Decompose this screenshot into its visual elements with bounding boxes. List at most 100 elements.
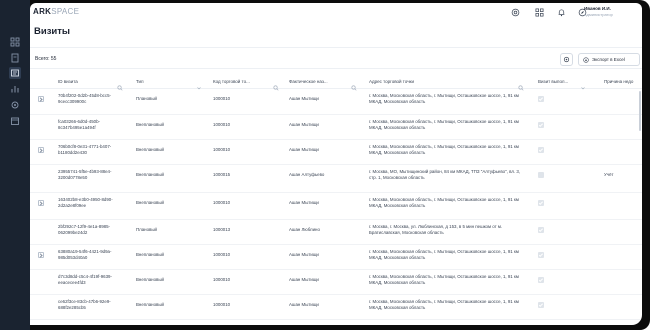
visit-id-cell[interactable]: ce62f3ce-83cb-47b6-92e9-688f2e285cb5 [58, 299, 128, 310]
visit-type-cell: Внеплановый [136, 252, 164, 257]
store-address-cell: г. Москва, Московская область, г. Мытищи… [369, 249, 519, 260]
table-row[interactable]: fca03266-6d0d-450b-8c347b495e1a494f Внепл… [30, 115, 642, 140]
store-code-cell: 1000010 [213, 96, 231, 101]
search-icon[interactable] [117, 78, 123, 91]
store-name-cell: Ашан Мытищи [289, 122, 319, 127]
visit-type-cell: Внеплановый [136, 277, 164, 282]
visit-type-cell: Внеплановый [136, 172, 164, 177]
store-code-cell: 1000010 [213, 277, 231, 282]
visit-done-checkbox[interactable] [538, 227, 544, 233]
store-name-cell: Ашан Мытищи [289, 277, 319, 282]
settings-icon[interactable] [9, 99, 21, 111]
table-toolbar: Всего: 55 Экспорт в Excel [30, 47, 642, 69]
store-name-cell: Ашан Люблино [289, 227, 320, 232]
column-header-reason[interactable]: Причина недо [604, 79, 642, 84]
store-code-cell: 1000015 [213, 172, 231, 177]
table-row[interactable]: 70b4f202-0d2b-45d8-bcc5-9cecc309900c План… [30, 89, 642, 115]
calendar-icon[interactable] [9, 115, 21, 127]
visit-done-checkbox[interactable] [538, 172, 544, 178]
visit-type-cell: Внеплановый [136, 200, 164, 205]
column-header-type[interactable]: Тип [136, 79, 186, 84]
total-count: Всего: 55 [35, 56, 57, 62]
apps-icon[interactable] [534, 7, 544, 17]
visit-done-checkbox[interactable] [538, 277, 544, 283]
table-row[interactable]: 163402b8-e3b0-4950-8d90-2d2a2e8f09ee Внеп… [30, 193, 642, 220]
grid-icon[interactable] [9, 36, 21, 48]
app-logo[interactable]: ARKSPACE [33, 7, 79, 16]
store-address-cell: г. Москва, Московская область, г. Мытищи… [369, 299, 519, 310]
visit-id-cell[interactable]: 23955741-5f5e-4b93-88e4-3200d0778e50 [58, 169, 128, 180]
store-address-cell: г. Москва, Московская область, г. Мытищи… [369, 119, 519, 130]
support-icon[interactable] [510, 7, 520, 17]
visit-type-cell: Внеплановый [136, 147, 164, 152]
visit-type-cell: Внеплановый [136, 302, 164, 307]
expand-row-toggle[interactable] [38, 96, 44, 102]
table-row[interactable]: 706b0cf8-0e31-4771-b407-b1180dd2e430 Внеп… [30, 140, 642, 165]
export-label: Экспорт в Excel [592, 57, 625, 62]
visit-done-checkbox[interactable] [538, 302, 544, 308]
store-code-cell: 1000010 [213, 200, 231, 205]
visit-id-cell[interactable]: 163402b8-e3b0-4950-8d90-2d2a2e8f09ee [58, 197, 128, 208]
visit-done-checkbox[interactable] [538, 252, 544, 258]
store-code-cell: 1000010 [213, 302, 231, 307]
expand-row-toggle[interactable] [38, 147, 44, 153]
column-header-id[interactable]: ID визита [58, 79, 118, 84]
table-header: ID визита Тип Код торговой то... Фактиче… [30, 75, 642, 91]
visit-id-cell[interactable]: 706b0cf8-0e31-4771-b407-b1180dd2e430 [58, 144, 128, 155]
table-row[interactable]: ce62f3ce-83cb-47b6-92e9-688f2e285cb5 Внеп… [30, 295, 642, 320]
search-icon[interactable] [518, 78, 524, 91]
store-code-cell: 1000010 [213, 122, 231, 127]
table-row[interactable]: 2bf292c7-12f9-4e1a-8985-062099be24d2 План… [30, 220, 642, 245]
store-name-cell: Ашан Мытищи [289, 302, 319, 307]
download-icon [583, 56, 589, 63]
store-address-cell: г. Москва, Московская область, г. Мытищи… [369, 274, 519, 285]
main-panel: ARKSPACE Иванов И.И. Администратор Визит… [30, 3, 642, 325]
gear-icon [563, 56, 570, 63]
sidebar-rail [0, 0, 30, 330]
search-icon[interactable] [273, 78, 279, 91]
column-header-code[interactable]: Код торговой то... [213, 79, 271, 84]
bell-icon[interactable] [556, 7, 566, 17]
visit-done-checkbox[interactable] [538, 122, 544, 128]
table-row[interactable]: 63880a19-54f6-4421-9d9a-985d053d40a0 Внеп… [30, 245, 642, 270]
column-header-name[interactable]: Фактическое наз... [289, 79, 347, 84]
chevron-down-icon[interactable] [580, 78, 586, 90]
column-settings-button[interactable] [560, 53, 573, 66]
store-address-cell: г. Москва, Московская область, г. Мытищи… [369, 144, 519, 155]
visit-type-cell: Плановый [136, 96, 157, 101]
search-icon[interactable] [351, 78, 357, 91]
chevron-down-icon[interactable] [196, 78, 202, 90]
user-menu[interactable]: Иванов И.И. Администратор [584, 6, 640, 17]
store-code-cell: 1000010 [213, 147, 231, 152]
expand-row-toggle[interactable] [38, 200, 44, 206]
vertical-scrollbar[interactable] [639, 91, 641, 131]
store-name-cell: Ашан Мытищи [289, 252, 319, 257]
store-address-cell: г. Москва, г. Москва, ул. Люблинская, д … [369, 224, 503, 235]
visit-id-cell[interactable]: 2bf292c7-12f9-4e1a-8985-062099be24d2 [58, 224, 128, 235]
chart-icon[interactable] [9, 83, 21, 95]
export-excel-button[interactable]: Экспорт в Excel [578, 53, 640, 66]
column-header-done[interactable]: Визит выпол... [538, 79, 578, 84]
visit-id-cell[interactable]: fca03266-6d0d-450b-8c347b495e1a494f [58, 119, 128, 130]
user-name: Иванов И.И. [584, 6, 611, 11]
visit-done-checkbox[interactable] [538, 147, 544, 153]
store-name-cell: Ашан Мытищи [289, 200, 319, 205]
logo-light: SPACE [51, 7, 80, 16]
visit-done-checkbox[interactable] [538, 200, 544, 206]
store-code-cell: 1000013 [213, 227, 231, 232]
file-icon[interactable] [9, 52, 21, 64]
store-address-cell: г. Москва, Московская область, г. Мытищи… [369, 93, 519, 104]
visit-id-cell[interactable]: 63880a19-54f6-4421-9d9a-985d053d40a0 [58, 249, 128, 260]
visit-id-cell[interactable]: d7c3d8dd-c5c4-4f19f-9639-eeacecee4fd3 [58, 274, 128, 285]
visit-type-cell: Внеплановый [136, 122, 164, 127]
user-role: Администратор [584, 12, 613, 17]
table-row[interactable]: d7c3d8dd-c5c4-4f19f-9639-eeacecee4fd3 Вне… [30, 270, 642, 295]
visit-type-cell: Плановый [136, 227, 157, 232]
table-row[interactable]: 23955741-5f5e-4b93-88e4-3200d0778e50 Внеп… [30, 165, 642, 193]
store-address-cell: г. Москва, МО, Мытищинский район, 84 км … [369, 169, 520, 180]
column-header-address[interactable]: Адрес торговой точки [369, 79, 489, 84]
expand-row-toggle[interactable] [38, 252, 44, 258]
visit-done-checkbox[interactable] [538, 96, 544, 102]
visit-id-cell[interactable]: 70b4f202-0d2b-45d8-bcc5-9cecc309900c [58, 93, 128, 104]
tasks-icon[interactable] [9, 67, 21, 79]
